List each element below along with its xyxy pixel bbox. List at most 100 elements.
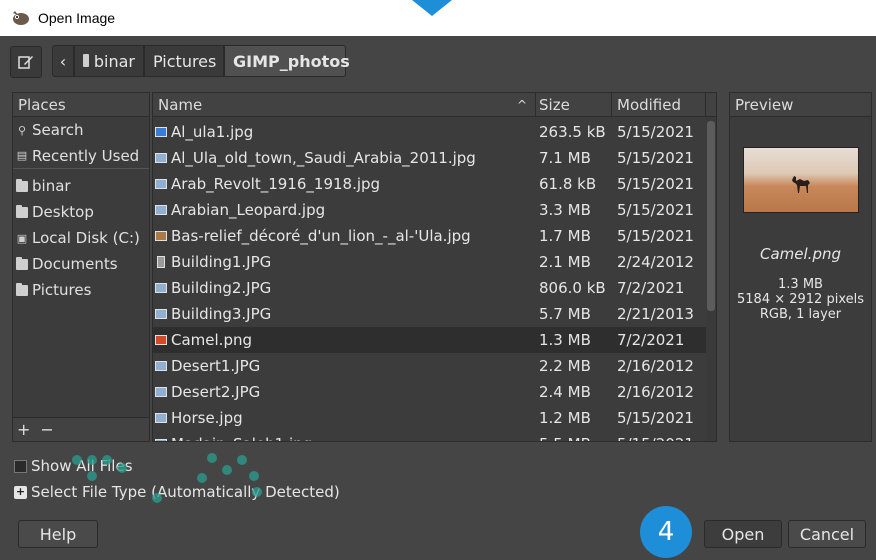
file-list-scrollbar[interactable] — [706, 119, 716, 441]
search-icon: ⚲ — [17, 123, 27, 137]
file-size: 5.7 MB — [539, 305, 591, 323]
file-name: Horse.jpg — [171, 409, 243, 427]
file-size: 1.3 MB — [539, 331, 591, 349]
place-pictures[interactable]: Pictures — [13, 277, 149, 303]
file-size: 2.2 MB — [539, 357, 591, 375]
edit-pencil-icon — [18, 56, 33, 69]
preview-dimensions: 5184 × 2912 pixels — [737, 292, 864, 307]
file-modified: 5/15/2021 — [617, 149, 694, 167]
image-file-icon — [155, 387, 167, 397]
place-search[interactable]: ⚲ Search — [13, 117, 149, 143]
image-file-icon — [155, 153, 167, 163]
image-file-icon — [155, 179, 167, 189]
folder-icon — [16, 178, 28, 192]
image-file-icon — [155, 361, 167, 371]
file-modified: 2/21/2013 — [617, 305, 694, 323]
folder-icon — [83, 53, 89, 67]
file-modified: 7/2/2021 — [617, 331, 685, 349]
file-row[interactable]: Al_ula1.jpg 263.5 kB 5/15/2021 — [153, 119, 706, 145]
file-row[interactable]: Horse.jpg 1.2 MB 5/15/2021 — [153, 405, 706, 431]
image-file-icon — [155, 413, 167, 423]
file-size: 806.0 kB — [539, 279, 606, 297]
step-callout-badge: 4 — [640, 506, 692, 558]
crumb-gimp-photos[interactable]: GIMP_photos — [224, 45, 350, 77]
recent-icon: ▤ — [16, 149, 28, 162]
sort-ascending-icon: ^ — [517, 98, 528, 112]
crumb-pictures[interactable]: Pictures — [144, 45, 224, 77]
image-file-icon — [155, 127, 167, 137]
column-modified-header[interactable]: Modified — [617, 96, 681, 114]
file-list: Name ^ Size Modified Al_ula1.jpg 263.5 kB… — [152, 92, 717, 442]
folder-icon — [16, 256, 28, 270]
file-modified: 5/15/2021 — [617, 409, 694, 427]
file-modified: 5/15/2021 — [617, 175, 694, 193]
places-panel: Places ⚲ Search ▤ Recently Used binar De… — [12, 92, 150, 442]
file-modified: 5/15/2021 — [617, 435, 694, 441]
open-button[interactable]: Open — [704, 520, 782, 548]
place-local-disk[interactable]: ▣ Local Disk (C:) — [13, 225, 149, 251]
file-row[interactable]: Arabian_Leopard.jpg 3.3 MB 5/15/2021 — [153, 197, 706, 223]
file-row[interactable]: Bas-relief_décoré_d'un_lion_-_al-'Ula.jp… — [153, 223, 706, 249]
show-all-files-checkbox[interactable] — [14, 459, 27, 473]
help-button[interactable]: Help — [18, 520, 98, 548]
file-name: Building2.JPG — [171, 279, 272, 297]
file-type-expander[interactable]: + Select File Type (Automatically Detect… — [14, 483, 340, 501]
preview-filename: Camel.png — [760, 245, 841, 263]
place-desktop[interactable]: Desktop — [13, 199, 149, 225]
remove-bookmark-button[interactable]: − — [40, 420, 53, 439]
file-name: Arab_Revolt_1916_1918.jpg — [171, 175, 381, 193]
file-size: 1.7 MB — [539, 227, 591, 245]
pointer-marker-icon — [412, 0, 452, 16]
add-bookmark-button[interactable]: + — [17, 420, 30, 439]
preview-info: 1.3 MB 5184 × 2912 pixels RGB, 1 layer — [730, 277, 871, 322]
file-modified: 5/15/2021 — [617, 123, 694, 141]
file-row[interactable]: Desert2.JPG 2.4 MB 2/16/2012 — [153, 379, 706, 405]
file-row[interactable]: Building2.JPG 806.0 kB 7/2/2021 — [153, 275, 706, 301]
file-size: 1.2 MB — [539, 409, 591, 427]
file-modified: 5/15/2021 — [617, 227, 694, 245]
file-name: Desert1.JPG — [171, 357, 261, 375]
disk-icon: ▣ — [16, 231, 28, 245]
path-bar: ‹ binar Pictures GIMP_photos — [0, 36, 876, 86]
places-header: Places — [13, 93, 149, 117]
path-back-button[interactable]: ‹ — [52, 45, 74, 77]
file-modified: 5/15/2021 — [617, 201, 694, 219]
file-rows: Al_ula1.jpg 263.5 kB 5/15/2021 Al_Ula_old_t… — [153, 119, 706, 441]
image-file-icon — [155, 439, 167, 441]
file-row[interactable]: Camel.png 1.3 MB 7/2/2021 — [153, 327, 706, 353]
file-modified: 7/2/2021 — [617, 279, 685, 297]
file-row[interactable]: Building3.JPG 5.7 MB 2/21/2013 — [153, 301, 706, 327]
file-row[interactable]: Desert1.JPG 2.2 MB 2/16/2012 — [153, 353, 706, 379]
preview-size: 1.3 MB — [778, 277, 823, 292]
file-modified: 2/16/2012 — [617, 357, 694, 375]
places-footer: + − — [13, 417, 149, 441]
expand-plus-icon[interactable]: + — [14, 485, 27, 499]
folder-icon — [16, 204, 28, 218]
image-file-icon — [155, 309, 167, 319]
file-row[interactable]: Arab_Revolt_1916_1918.jpg 61.8 kB 5/15/202… — [153, 171, 706, 197]
file-row[interactable]: Madain_Saleh1.jpg 5.5 MB 5/15/2021 — [153, 431, 706, 441]
crumb-binar[interactable]: binar — [74, 45, 144, 77]
show-all-files-option[interactable]: Show All Files — [14, 457, 133, 475]
file-row[interactable]: Al_Ula_old_town,_Saudi_Arabia_2011.jpg 7.… — [153, 145, 706, 171]
column-name-header[interactable]: Name — [158, 96, 202, 114]
file-modified: 2/16/2012 — [617, 383, 694, 401]
preview-thumbnail — [743, 147, 859, 213]
scrollbar-thumb[interactable] — [707, 121, 715, 311]
type-location-button[interactable] — [10, 46, 42, 78]
file-row[interactable]: Building1.JPG 2.1 MB 2/24/2012 — [153, 249, 706, 275]
preview-layers: RGB, 1 layer — [759, 307, 842, 322]
file-name: Camel.png — [171, 331, 252, 349]
folder-icon — [16, 282, 28, 296]
place-recently-used[interactable]: ▤ Recently Used — [13, 143, 149, 169]
preview-panel: Preview Camel.png 1.3 MB 5184 × 2912 pix… — [729, 92, 872, 442]
chevron-left-icon: ‹ — [59, 51, 67, 71]
cancel-button[interactable]: Cancel — [788, 520, 866, 548]
column-size-header[interactable]: Size — [539, 96, 570, 114]
place-binar[interactable]: binar — [13, 173, 149, 199]
file-size: 3.3 MB — [539, 201, 591, 219]
image-file-icon — [155, 283, 167, 293]
file-name: Arabian_Leopard.jpg — [171, 201, 326, 219]
place-documents[interactable]: Documents — [13, 251, 149, 277]
camel-image-icon — [792, 176, 810, 193]
